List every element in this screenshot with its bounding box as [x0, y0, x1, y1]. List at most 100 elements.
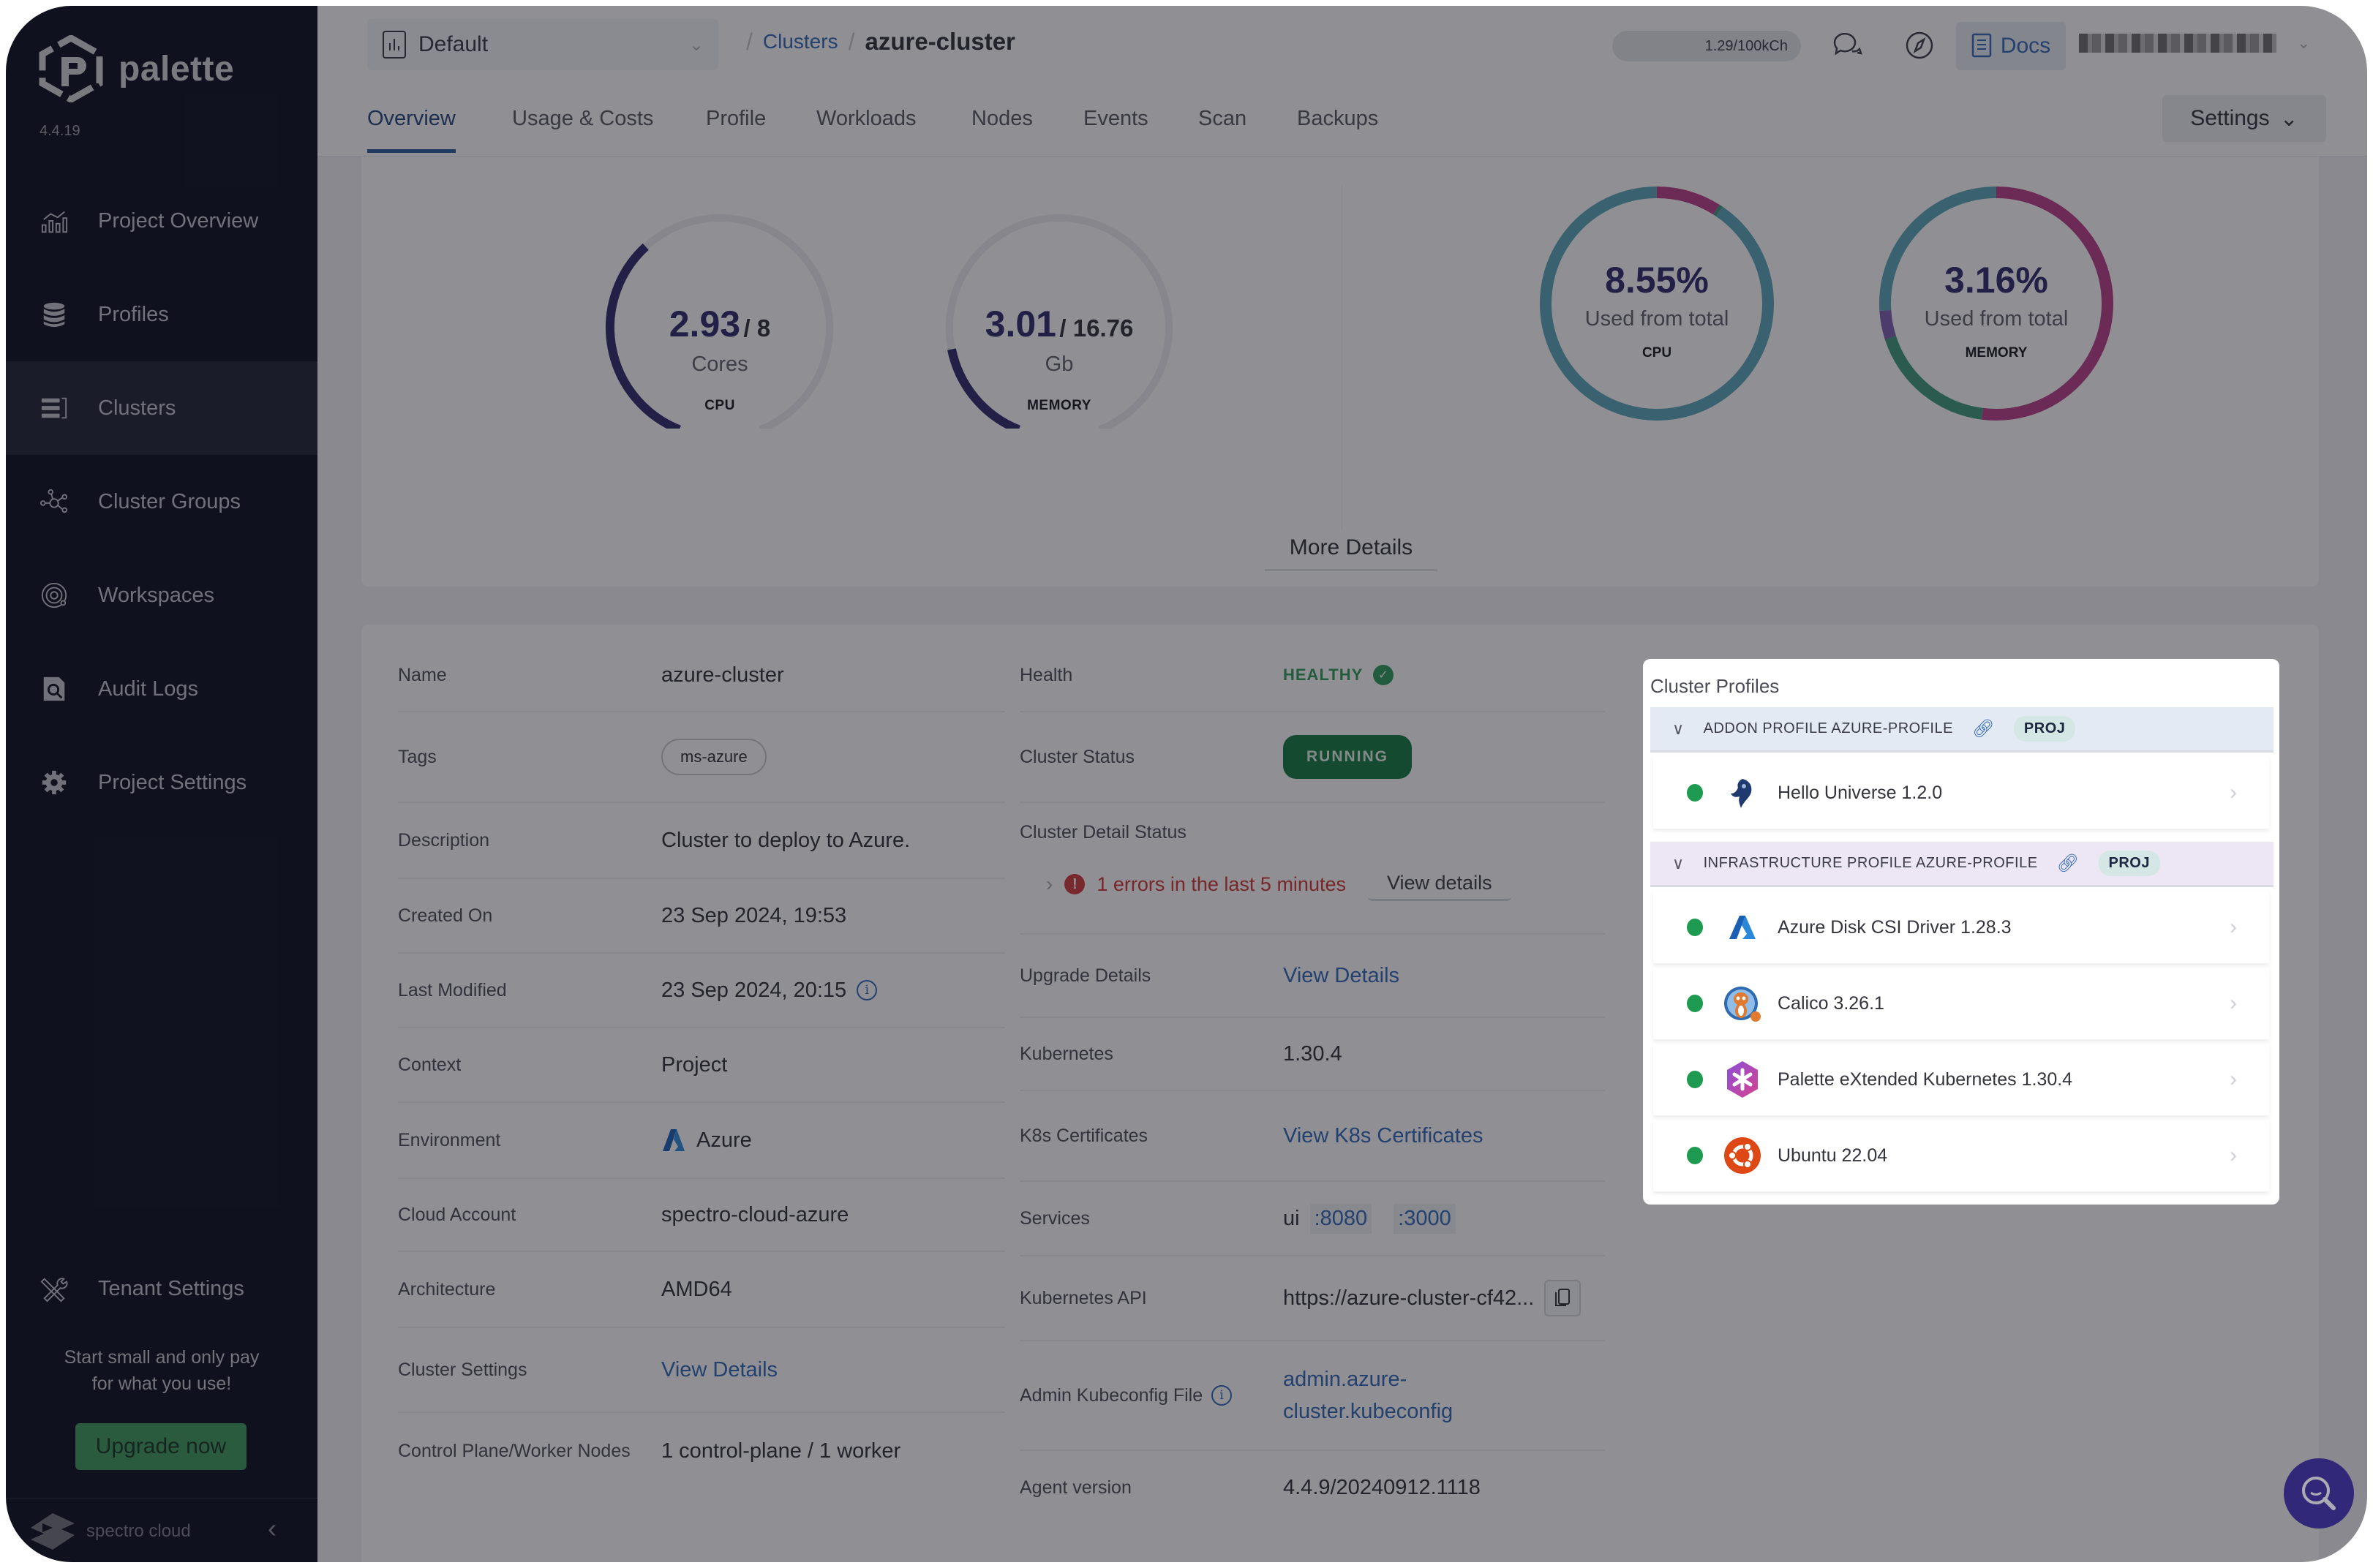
- user-menu[interactable]: ⌄: [2079, 34, 2310, 53]
- addon-profile-header[interactable]: ∨ ADDON PROFILE AZURE-PROFILE 🔗︎ PROJ: [1650, 707, 2274, 753]
- context-value: Project: [661, 1052, 728, 1077]
- breadcrumb-clusters[interactable]: Clusters: [763, 30, 838, 53]
- detail-key: Kubernetes: [1020, 1043, 1113, 1064]
- pack-item[interactable]: Hello Universe 1.2.0 ›: [1653, 757, 2269, 829]
- link-icon: 🔗︎: [1971, 719, 1995, 739]
- infrastructure-profile-header[interactable]: ∨ INFRASTRUCTURE PROFILE AZURE-PROFILE 🔗…: [1650, 842, 2274, 887]
- tab-overview[interactable]: Overview: [367, 107, 456, 153]
- kubeconfig-download-link[interactable]: admin.azure- cluster.kubeconfig: [1283, 1363, 1453, 1428]
- service-port-link[interactable]: :8080: [1309, 1203, 1372, 1234]
- detail-key: Cluster Settings: [398, 1359, 527, 1380]
- pack-item[interactable]: Ubuntu 22.04 ›: [1653, 1120, 2269, 1191]
- chat-icon[interactable]: [1830, 28, 1865, 63]
- collapse-sidebar-icon[interactable]: ‹: [268, 1513, 277, 1544]
- settings-dropdown-button[interactable]: Settings ⌄: [2162, 95, 2326, 142]
- gear-icon: [40, 768, 69, 797]
- info-icon[interactable]: i: [1211, 1385, 1233, 1406]
- detail-key: Admin Kubeconfig File: [1020, 1384, 1203, 1406]
- sidebar-item-project-settings[interactable]: Project Settings: [6, 736, 317, 829]
- error-summary[interactable]: › ! 1 errors in the last 5 minutes View …: [1046, 867, 1511, 901]
- memory-label: MEMORY: [1027, 398, 1091, 413]
- azure-icon: [1723, 907, 1761, 948]
- status-dot: [1687, 1147, 1703, 1164]
- error-icon: !: [1064, 874, 1086, 894]
- search-assistant-button[interactable]: [2284, 1458, 2354, 1529]
- calico-icon: [1723, 983, 1761, 1024]
- tab-events[interactable]: Events: [1083, 107, 1148, 131]
- detail-row-services: Services ui :8080 :3000: [1020, 1182, 1605, 1256]
- profile-header-label: ADDON PROFILE AZURE-PROFILE: [1703, 720, 1953, 736]
- sidebar-item-project-overview[interactable]: Project Overview: [6, 174, 317, 268]
- pack-item[interactable]: Azure Disk CSI Driver 1.28.3 ›: [1653, 892, 2269, 963]
- agent-version-value: 4.4.9/20240912.1118: [1283, 1475, 1481, 1499]
- compass-icon[interactable]: [1902, 28, 1937, 63]
- tab-workloads[interactable]: Workloads: [816, 107, 916, 131]
- view-error-details-button[interactable]: View details: [1367, 867, 1511, 901]
- detail-row-environment: Environment Azure: [398, 1103, 1005, 1179]
- service-port-link[interactable]: :3000: [1394, 1203, 1456, 1234]
- detail-key: Context: [398, 1054, 462, 1075]
- pack-item[interactable]: Calico 3.26.1 ›: [1653, 968, 2269, 1039]
- cluster-settings-link[interactable]: View Details: [661, 1358, 778, 1382]
- view-certificates-link[interactable]: View K8s Certificates: [1283, 1124, 1483, 1148]
- project-selector[interactable]: Default ⌄: [367, 19, 718, 70]
- tab-usage-costs[interactable]: Usage & Costs: [512, 107, 653, 131]
- detail-key: Created On: [398, 905, 493, 926]
- detail-key: Name: [398, 664, 447, 685]
- orbit-icon: [40, 581, 69, 610]
- hello-universe-icon: [1723, 772, 1761, 813]
- detail-row-last-modified: Last Modified 23 Sep 2024, 20:15 i: [398, 954, 1005, 1028]
- pack-item[interactable]: Palette eXtended Kubernetes 1.30.4 ›: [1653, 1044, 2269, 1115]
- memory-percent-donut: 3.16% Used from total MEMORY: [1876, 183, 2117, 424]
- chevron-right-icon: ›: [2230, 1143, 2237, 1167]
- status-dot: [1687, 1071, 1703, 1088]
- services-value: ui :8080 :3000: [1283, 1203, 1456, 1234]
- detail-row-architecture: Architecture AMD64: [398, 1252, 1005, 1328]
- tab-backups[interactable]: Backups: [1297, 107, 1378, 131]
- upgrade-details-link[interactable]: View Details: [1283, 964, 1399, 988]
- tab-scan[interactable]: Scan: [1198, 107, 1246, 131]
- docs-button[interactable]: Docs: [1956, 22, 2066, 70]
- service-name: ui: [1283, 1206, 1300, 1230]
- chevron-down-icon: ∨: [1672, 853, 1685, 872]
- memory-gauge-value: 3.01 / 16.76: [935, 303, 1184, 345]
- cpu-gauge-value: 2.93 / 8: [595, 303, 844, 345]
- detail-row-upgrade: Upgrade Details View Details: [1020, 935, 1605, 1018]
- sidebar-item-cluster-groups[interactable]: Cluster Groups: [6, 455, 317, 549]
- error-text: 1 errors in the last 5 minutes: [1097, 872, 1346, 895]
- detail-key: Health: [1020, 664, 1073, 685]
- status-dot: [1687, 784, 1703, 802]
- kubernetes-version: 1.30.4: [1283, 1041, 1342, 1066]
- tab-nodes[interactable]: Nodes: [971, 107, 1033, 131]
- chevron-right-icon[interactable]: ›: [1046, 872, 1053, 896]
- info-icon[interactable]: i: [857, 980, 878, 1000]
- profile-header-label: INFRASTRUCTURE PROFILE AZURE-PROFILE: [1703, 855, 2038, 871]
- last-modified-value: 23 Sep 2024, 20:15 i: [661, 979, 878, 1003]
- sidebar-item-clusters[interactable]: Clusters: [6, 361, 317, 455]
- environment-value: Azure: [661, 1128, 752, 1153]
- sidebar-item-workspaces[interactable]: Workspaces: [6, 549, 317, 642]
- tab-profile[interactable]: Profile: [706, 107, 766, 131]
- sidebar-item-tenant-settings[interactable]: Tenant Settings: [6, 1242, 317, 1335]
- cpu-donut-ring: [1540, 186, 1774, 421]
- tag-chip[interactable]: ms-azure: [661, 739, 767, 775]
- chevron-right-icon: ›: [2230, 915, 2237, 939]
- footer-brand: spectro cloud: [86, 1520, 191, 1541]
- sidebar-item-audit-logs[interactable]: Audit Logs: [6, 642, 317, 736]
- link-icon: 🔗︎: [2056, 853, 2080, 873]
- credits-usage[interactable]: 1.29/100kCh: [1612, 31, 1801, 61]
- upgrade-now-button[interactable]: Upgrade now: [75, 1423, 247, 1470]
- settings-label: Settings: [2190, 106, 2270, 130]
- breadcrumb-separator: /: [848, 28, 855, 55]
- sidebar-item-label: Project Overview: [98, 208, 259, 233]
- brand[interactable]: palette: [38, 35, 234, 102]
- donut-segment: [1981, 186, 2113, 421]
- copy-icon[interactable]: [1544, 1280, 1582, 1316]
- more-details-button[interactable]: More Details: [1265, 526, 1437, 571]
- status-dot: [1687, 995, 1703, 1012]
- sidebar-nav: Project Overview Profiles Clusters Clust…: [6, 174, 317, 829]
- sidebar-item-profiles[interactable]: Profiles: [6, 268, 317, 361]
- pack-name: Calico 3.26.1: [1778, 992, 1884, 1014]
- docs-label: Docs: [2000, 34, 2051, 58]
- breadcrumb: / Clusters / azure-cluster: [746, 28, 1015, 56]
